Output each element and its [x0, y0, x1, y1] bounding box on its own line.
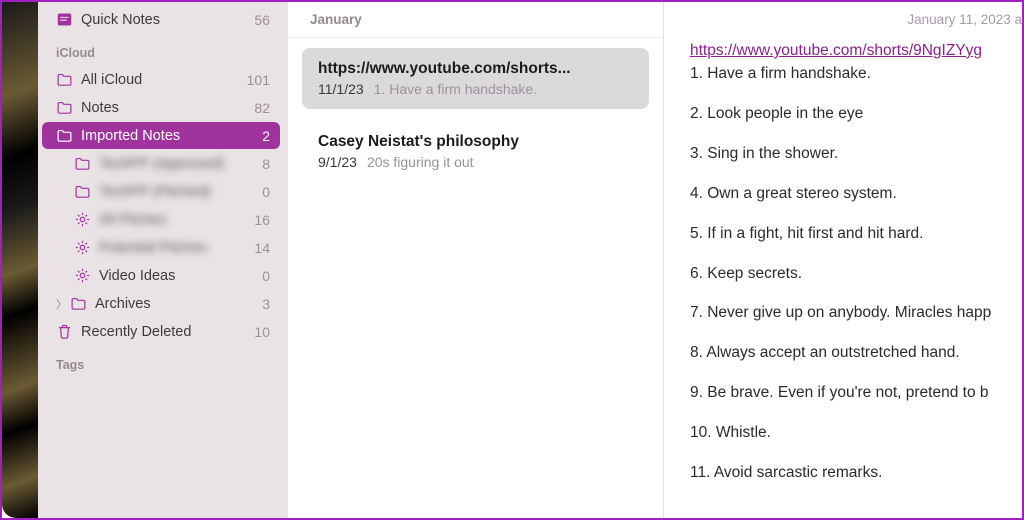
sidebar-item-count: 10: [254, 324, 270, 340]
quick-notes-label: Quick Notes: [81, 12, 246, 28]
sidebar-item-label: TechPP (Approved): [99, 156, 254, 172]
icloud-heading: iCloud: [42, 34, 280, 66]
note-preview: 1. Have a firm handshake.: [374, 81, 537, 97]
sidebar-item-label: Archives: [95, 296, 254, 312]
note-date-short: 11/1/23: [318, 81, 364, 97]
folder-icon: [56, 127, 73, 144]
note-date-short: 9/1/23: [318, 154, 357, 170]
sidebar-item-archives[interactable]: 〉 Archives 3: [42, 290, 280, 317]
sidebar-item-all-icloud[interactable]: All iCloud 101: [42, 66, 280, 93]
sidebar-item-count: 2: [262, 128, 270, 144]
sidebar-item-label: All iCloud: [81, 72, 239, 88]
note-body-line: 11. Avoid sarcastic remarks.: [690, 463, 1022, 484]
folder-icon: [56, 71, 73, 88]
sidebar-item-techpp-approved-[interactable]: TechPP (Approved) 8: [42, 150, 280, 177]
sidebar-item-count: 16: [254, 212, 270, 228]
note-body[interactable]: https://www.youtube.com/shorts/9NgIZYyg …: [690, 41, 1022, 484]
folder-icon: [74, 155, 91, 172]
folders-sidebar: Quick Notes 56 iCloud All iCloud101Notes…: [38, 2, 288, 518]
note-body-line: 4. Own a great stereo system.: [690, 184, 1022, 205]
sidebar-item-label: Video Ideas: [99, 268, 254, 284]
folder-icon: [56, 99, 73, 116]
quick-notes-icon: [56, 11, 73, 28]
sidebar-item-recently-deleted[interactable]: Recently Deleted 10: [42, 318, 280, 345]
note-body-line: 2. Look people in the eye: [690, 104, 1022, 125]
folder-icon: [70, 295, 87, 312]
note-link[interactable]: https://www.youtube.com/shorts/9NgIZYyg: [690, 42, 982, 59]
sidebar-item-label: Potential Pitches: [99, 240, 246, 256]
note-body-line: 7. Never give up on anybody. Miracles ha…: [690, 303, 1022, 324]
sidebar-item-label: Recently Deleted: [81, 324, 246, 340]
note-body-line: 6. Keep secrets.: [690, 264, 1022, 285]
sidebar-item-techpp-pitched-[interactable]: TechPP (Pitched) 0: [42, 178, 280, 205]
chevron-right-icon: 〉: [56, 296, 66, 312]
note-title: Casey Neistat's philosophy: [318, 133, 633, 151]
sidebar-item-imported-notes[interactable]: Imported Notes 2: [42, 122, 280, 149]
folder-icon: [74, 183, 91, 200]
gear-icon: [74, 267, 91, 284]
note-date: January 11, 2023 a: [690, 12, 1022, 27]
quick-notes-row[interactable]: Quick Notes 56: [42, 6, 280, 33]
sidebar-item-video-ideas[interactable]: Video Ideas 0: [42, 262, 280, 289]
gear-icon: [74, 239, 91, 256]
notes-list-pane: January https://www.youtube.com/shorts..…: [288, 2, 664, 518]
sidebar-item-count: 14: [254, 240, 270, 256]
sidebar-item-count: 101: [247, 72, 270, 88]
note-list-item[interactable]: Casey Neistat's philosophy 9/1/23 20s figu…: [302, 121, 649, 182]
note-body-line: 5. If in a fight, hit first and hit hard…: [690, 224, 1022, 245]
note-preview: 20s figuring it out: [367, 154, 474, 170]
sidebar-item-count: 8: [262, 156, 270, 172]
note-detail-pane: January 11, 2023 a https://www.youtube.c…: [664, 2, 1022, 518]
sidebar-item-label: All Pitches: [99, 212, 246, 228]
note-list-item[interactable]: https://www.youtube.com/shorts... 11/1/23…: [302, 48, 649, 109]
note-body-line: 10. Whistle.: [690, 423, 1022, 444]
sidebar-item-notes[interactable]: Notes 82: [42, 94, 280, 121]
sidebar-item-count: 0: [262, 268, 270, 284]
sidebar-item-all-pitches[interactable]: All Pitches 16: [42, 206, 280, 233]
note-body-line: 8. Always accept an outstretched hand.: [690, 343, 1022, 364]
sidebar-item-count: 82: [254, 100, 270, 116]
quick-notes-count: 56: [254, 12, 270, 28]
month-header: January: [288, 2, 663, 38]
note-body-line: 9. Be brave. Even if you're not, pretend…: [690, 383, 1022, 404]
sidebar-item-count: 3: [262, 296, 270, 312]
gear-icon: [74, 211, 91, 228]
trash-icon: [56, 323, 73, 340]
tags-heading: Tags: [42, 346, 280, 378]
sidebar-item-potential-pitches[interactable]: Potential Pitches 14: [42, 234, 280, 261]
sidebar-item-label: Notes: [81, 100, 246, 116]
sidebar-item-label: Imported Notes: [81, 128, 254, 144]
note-body-line: 1. Have a firm handshake.: [690, 64, 1022, 85]
sidebar-item-label: TechPP (Pitched): [99, 184, 254, 200]
note-title: https://www.youtube.com/shorts...: [318, 60, 633, 78]
wallpaper-strip: [2, 2, 38, 518]
note-body-line: 3. Sing in the shower.: [690, 144, 1022, 165]
sidebar-item-count: 0: [262, 184, 270, 200]
